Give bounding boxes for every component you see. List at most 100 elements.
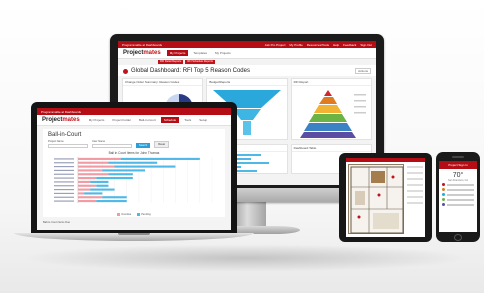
rfi-detail-reports-button[interactable]: RFI Detail Reports xyxy=(158,60,184,64)
user-input[interactable] xyxy=(92,144,132,148)
bar-overdue xyxy=(78,165,115,168)
tablet-list-lines xyxy=(407,166,423,204)
tab-setup[interactable]: Setup xyxy=(196,117,210,123)
logo-text: Project xyxy=(123,50,144,56)
logo-suffix: mates xyxy=(143,50,161,56)
tablet-screen xyxy=(346,158,425,237)
phone-list-item[interactable] xyxy=(439,202,477,207)
reset-button[interactable]: Reset xyxy=(154,141,169,148)
pyramid-layer xyxy=(299,132,356,138)
pyramid-layer xyxy=(313,105,342,113)
pyramid-layer xyxy=(303,123,352,131)
pyramid-layer xyxy=(323,90,332,96)
product-scene: Programmable at Dashboards Ask Pro Proje… xyxy=(0,0,484,293)
list-line xyxy=(407,178,423,180)
tablet xyxy=(339,153,432,242)
laptop-notch xyxy=(118,233,150,235)
topbar-link[interactable]: Help xyxy=(333,43,339,47)
home-button[interactable] xyxy=(454,234,462,241)
topbar-link[interactable]: Resources/Tools xyxy=(307,43,329,47)
list-line xyxy=(407,190,423,192)
category-label xyxy=(54,158,74,160)
rfi-schedule-reports-button[interactable]: RFI Schedule Reports xyxy=(185,60,215,64)
floor-shadow xyxy=(20,244,470,272)
list-line xyxy=(407,172,423,174)
category-label xyxy=(54,185,74,187)
item-text xyxy=(447,183,474,186)
category-label xyxy=(54,188,74,191)
legend-pending[interactable]: Pending xyxy=(137,213,151,216)
bar-overdue xyxy=(78,161,109,164)
logo-suffix: mates xyxy=(62,117,80,123)
search-button[interactable]: Search xyxy=(136,143,151,148)
list-line xyxy=(407,184,423,186)
legend-label: Overdue xyxy=(121,213,132,217)
list-line xyxy=(407,202,423,204)
tab-my-projects[interactable]: My Projects xyxy=(166,50,189,56)
category-label xyxy=(54,162,74,164)
bar-pending xyxy=(96,184,109,187)
footer-note: Ball-in-Court Items Due xyxy=(43,221,70,224)
bar-pending xyxy=(108,173,133,176)
pyramid-panel-title: RFI Report xyxy=(291,79,371,86)
monitor-nav: Projectmates My Projects Templates My Pr… xyxy=(118,48,376,59)
topbar-link[interactable]: Ask Pro Project xyxy=(265,43,286,47)
category-label xyxy=(54,200,74,202)
tab-project-folder[interactable]: Project Folder xyxy=(109,117,134,123)
tab-ball-in-court[interactable]: Ball-in-Court xyxy=(136,117,159,123)
plan-room xyxy=(373,213,399,229)
dashboard-header: Global Dashboard: RFI Top 5 Reason Codes… xyxy=(118,65,376,76)
dashboard-actions-menu[interactable]: Actions xyxy=(355,68,371,74)
bar-overdue xyxy=(78,192,85,195)
floor-plan[interactable] xyxy=(348,164,404,234)
item-icon xyxy=(442,203,445,206)
laptop-topbar-text: Programmable at Dashboards xyxy=(41,109,82,114)
tab-projects[interactable]: My Projects xyxy=(212,50,234,56)
funnel-segment xyxy=(243,121,252,135)
plan-pin xyxy=(377,193,381,197)
topbar-link[interactable]: Feedback xyxy=(343,43,356,47)
tab-tools[interactable]: Tools xyxy=(181,117,194,123)
pyramid-chart xyxy=(299,90,366,138)
laptop-logo[interactable]: Projectmates xyxy=(42,117,80,123)
bar-pending xyxy=(120,157,200,160)
topbar-link[interactable]: My Profile xyxy=(289,43,302,47)
project-input[interactable] xyxy=(48,144,88,148)
monitor-topbar-text: Programmable at Dashboards xyxy=(122,42,163,47)
bar-overdue xyxy=(78,200,97,203)
phone-speaker xyxy=(452,156,464,158)
bar-pending xyxy=(90,180,109,183)
floor-plan-drawing xyxy=(350,166,404,234)
legend-overdue[interactable]: Overdue xyxy=(117,213,131,216)
item-icon xyxy=(442,183,445,186)
list-line xyxy=(407,196,423,198)
item-text xyxy=(447,203,474,206)
plan-pin xyxy=(357,215,361,219)
bar-overdue xyxy=(78,173,109,176)
filter-form: Project Name User Name Search Reset xyxy=(48,140,220,148)
category-label xyxy=(54,181,74,183)
topbar-link[interactable]: Sign Out xyxy=(360,43,372,47)
item-text xyxy=(447,198,474,201)
bar-overdue xyxy=(78,188,91,191)
tab-schedule[interactable]: Schedule xyxy=(160,117,180,123)
dashboard-title: Global Dashboard: RFI Top 5 Reason Codes xyxy=(131,68,250,74)
category-label xyxy=(54,177,74,179)
legend-label: Pending xyxy=(141,213,151,217)
plan-room xyxy=(371,171,385,183)
item-icon xyxy=(442,188,445,191)
tab-my-projects[interactable]: My Projects xyxy=(86,117,108,123)
list-line xyxy=(407,166,423,168)
bar-pending xyxy=(96,177,133,180)
monitor-topbar-links: Ask Pro Project My Profile Resources/Too… xyxy=(265,43,372,47)
dashboard-icon xyxy=(123,68,128,74)
bar-pending xyxy=(108,161,158,164)
pyramid-label xyxy=(353,94,366,96)
item-text xyxy=(447,188,474,191)
tab-templates[interactable]: Templates xyxy=(190,50,210,56)
app-logo[interactable]: Projectmates xyxy=(123,50,161,56)
bar-pending xyxy=(96,200,127,203)
tablet-topbar xyxy=(346,158,425,162)
page-title: Ball-in-Court xyxy=(48,132,82,138)
project-field: Project Name xyxy=(48,140,88,148)
